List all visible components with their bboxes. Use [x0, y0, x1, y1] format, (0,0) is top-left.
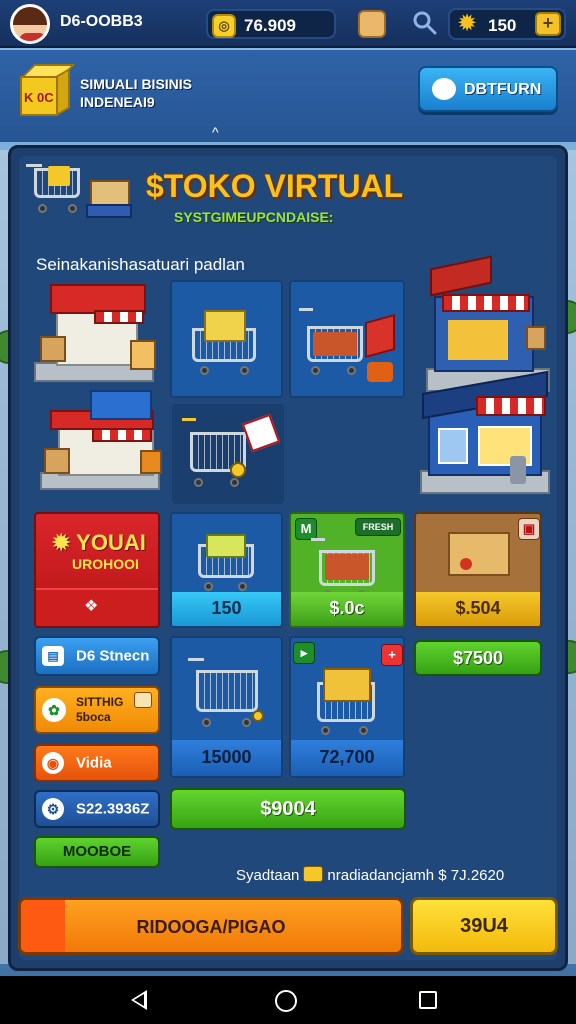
- shop-building-blue[interactable]: [412, 370, 556, 504]
- game-title-line2: INDENEAI9: [80, 94, 155, 110]
- logo-text: K 0C: [24, 90, 54, 105]
- search-icon[interactable]: [412, 10, 438, 36]
- menu-button-setting[interactable]: ✿ SITTHIG 5boca: [34, 686, 160, 734]
- shop-building-red[interactable]: [34, 280, 164, 390]
- menu-button-balance[interactable]: ⚙ S22.3936Z: [34, 790, 160, 828]
- promo-card[interactable]: ✹ YOUAI UROHOOI ❖: [34, 512, 160, 628]
- return-button-label: DBTFURN: [464, 81, 542, 98]
- game-title-line1: SIMUALI BISINIS: [80, 76, 193, 92]
- store-title: $TOKO VIRTUAL: [146, 168, 404, 204]
- note-icon: [134, 692, 152, 708]
- player-avatar[interactable]: [10, 4, 50, 44]
- item-tile-cart-box[interactable]: [170, 280, 283, 398]
- top-status-bar: D6-OOBB3 ◎ 76.909 ✹ 150 +: [0, 0, 576, 48]
- item-card-cart-full[interactable]: ▸ + 72,700: [289, 636, 405, 778]
- shop-building-storefront[interactable]: [40, 384, 166, 496]
- return-button[interactable]: DBTFURN: [418, 66, 558, 112]
- target-icon: ◉: [42, 752, 64, 774]
- menu-button-mode[interactable]: MOOBOE: [34, 836, 160, 868]
- home-icon[interactable]: [275, 990, 297, 1012]
- back-icon[interactable]: [131, 990, 147, 1010]
- item-price: $.0c: [291, 592, 403, 626]
- promo-title: ✹ YOUAI: [52, 530, 146, 555]
- item-card-cart-green[interactable]: M FRESH $.0c: [289, 512, 405, 628]
- coin-counter[interactable]: ◎ 76.909: [206, 9, 336, 39]
- game-logo-box: K 0C: [20, 64, 75, 118]
- menu-button-label: S22.3936Z: [76, 800, 150, 818]
- game-title: SIMUALI BISINIS INDENEAI9: [80, 75, 192, 111]
- gem-value: 150: [488, 16, 517, 35]
- shop-bag-icon[interactable]: [358, 10, 386, 38]
- store-subtitle: SYSTGIMEUPCNDAISE:: [174, 209, 334, 225]
- coin-icon: ◎: [212, 14, 236, 38]
- item-card-cart-yellow[interactable]: 150: [170, 512, 283, 628]
- buy-price-button[interactable]: $7500: [414, 640, 542, 676]
- main-action-button[interactable]: RIDOOGA/PIGAO: [18, 897, 404, 955]
- section-label: Seinakanishasatuari padlan: [36, 255, 245, 274]
- add-gems-button[interactable]: +: [535, 12, 561, 36]
- cash-icon: [303, 866, 324, 882]
- coin-value: 76.909: [244, 16, 296, 35]
- menu-button-label: D6 Stnecn: [76, 647, 150, 665]
- main-action-label: RIDOOGA/PIGAO: [136, 917, 286, 937]
- gem-counter[interactable]: ✹ 150 +: [448, 8, 566, 40]
- recent-apps-icon[interactable]: [419, 991, 437, 1009]
- header-row: K 0C SIMUALI BISINIS INDENEAI9 DBTFURN ^: [0, 50, 576, 142]
- item-price: 72,700: [291, 740, 403, 776]
- promo-subtitle: UROHOOI: [72, 556, 139, 572]
- menu-button-label: Vidia: [76, 754, 112, 772]
- chat-icon: [432, 78, 456, 100]
- menu-button-stock[interactable]: ▤ D6 Stnecn: [34, 636, 160, 676]
- collapse-caret-icon[interactable]: ^: [212, 124, 219, 140]
- side-action-button[interactable]: 39U4: [410, 897, 558, 955]
- settings-icon: ⚙: [42, 798, 64, 820]
- item-price: 15000: [172, 740, 281, 776]
- badge-box: ▣: [518, 518, 540, 540]
- item-tile-cart-coin[interactable]: [172, 404, 284, 504]
- wide-buy-button[interactable]: $9004: [170, 788, 406, 830]
- item-price: $.504: [416, 592, 540, 626]
- item-card-cart-empty[interactable]: 15000: [170, 636, 283, 778]
- item-price: 150: [172, 592, 281, 626]
- menu-button-video[interactable]: ◉ Vidia: [34, 744, 160, 782]
- footer-info: Syadtaan nradiadancjamh $ 7J.2620: [236, 866, 505, 884]
- leaf-icon: ✿: [42, 698, 66, 722]
- gear-gem-icon: ✹: [456, 10, 478, 37]
- system-nav-bar: [0, 976, 576, 1024]
- hero-cart-icon: [26, 160, 136, 222]
- dice-icon: ❖: [84, 598, 99, 615]
- menu-button-label: SITTHIG 5boca: [76, 695, 124, 724]
- item-tile-cart-sign[interactable]: [289, 280, 405, 398]
- player-name: D6-OOBB3: [60, 13, 143, 30]
- box-icon: ▤: [42, 646, 64, 666]
- item-card-box[interactable]: ▣ $.504: [414, 512, 542, 628]
